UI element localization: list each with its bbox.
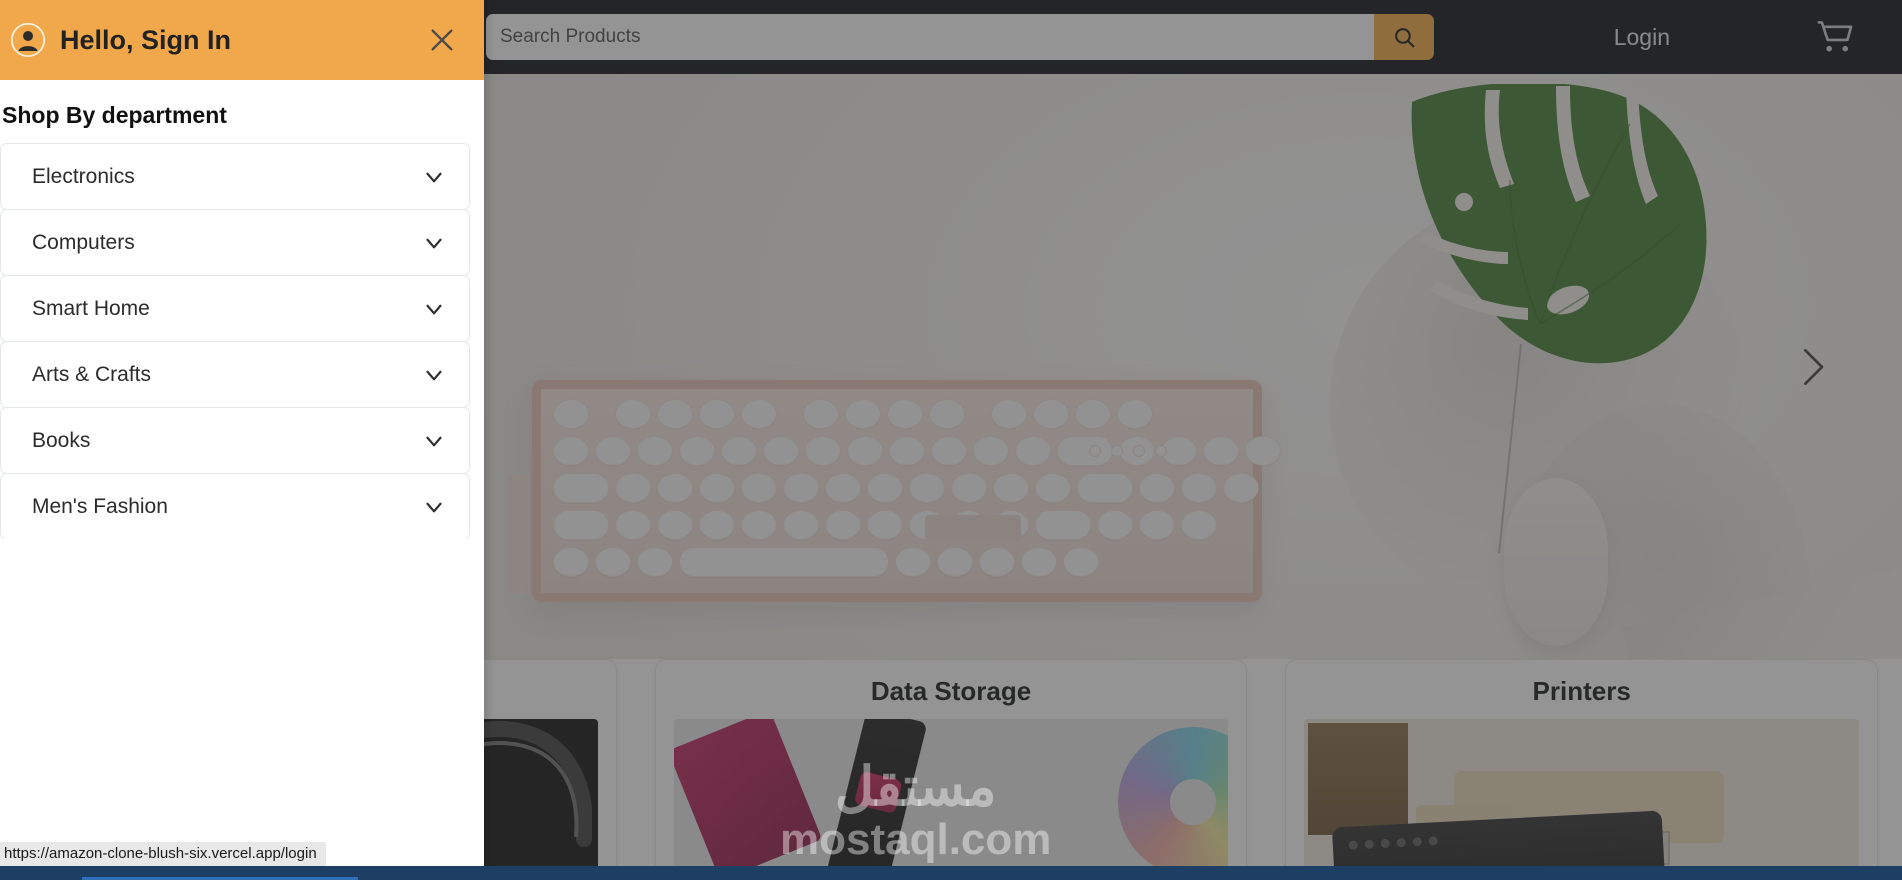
drawer-signin-button[interactable]: Hello, Sign In xyxy=(10,22,422,58)
department-label: Smart Home xyxy=(32,296,150,320)
browser-status-bar-url: https://amazon-clone-blush-six.vercel.ap… xyxy=(0,842,326,866)
department-label: Men's Fashion xyxy=(32,494,168,518)
department-label: Electronics xyxy=(32,164,135,188)
close-icon xyxy=(431,29,453,51)
browser-viewport: Login xyxy=(0,0,1902,880)
department-item-computers[interactable]: Computers xyxy=(0,209,470,276)
department-item-arts-crafts[interactable]: Arts & Crafts xyxy=(0,341,470,408)
department-list: Electronics Computers Smart Home Arts & … xyxy=(0,143,484,539)
drawer-close-button[interactable] xyxy=(422,20,462,60)
os-taskbar xyxy=(0,866,1902,880)
department-item-smart-home[interactable]: Smart Home xyxy=(0,275,470,342)
chevron-down-icon[interactable] xyxy=(421,230,447,256)
drawer-header: Hello, Sign In xyxy=(0,0,484,80)
department-drawer: Hello, Sign In Shop By department Electr… xyxy=(0,0,484,880)
drawer-greeting-text: Hello, Sign In xyxy=(60,24,232,55)
department-item-books[interactable]: Books xyxy=(0,407,470,474)
chevron-down-icon[interactable] xyxy=(421,296,447,322)
department-item-electronics[interactable]: Electronics xyxy=(0,143,470,210)
shop-by-department-title: Shop By department xyxy=(2,102,227,128)
department-label: Computers xyxy=(32,230,135,254)
chevron-down-icon[interactable] xyxy=(421,428,447,454)
chevron-down-icon[interactable] xyxy=(421,164,447,190)
chevron-down-icon[interactable] xyxy=(421,494,447,520)
department-label: Arts & Crafts xyxy=(32,362,152,386)
department-label: Books xyxy=(32,428,91,452)
user-circle-icon xyxy=(10,22,46,58)
chevron-down-icon[interactable] xyxy=(421,362,447,388)
drawer-body: Shop By department Electronics Computers xyxy=(0,80,484,539)
department-item-mens-fashion[interactable]: Men's Fashion xyxy=(0,473,470,539)
